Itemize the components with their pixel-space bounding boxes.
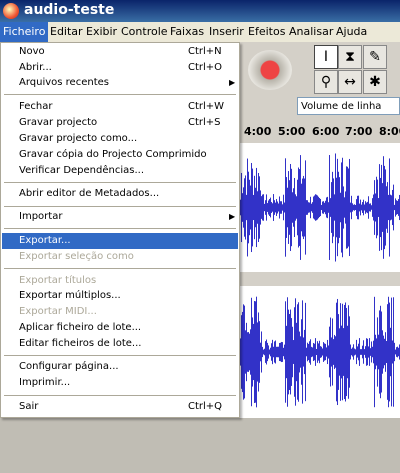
menu-separator [4, 395, 236, 396]
waveform-right [240, 296, 400, 408]
menu-separator [4, 228, 236, 229]
menu-analisar[interactable]: Analisar [289, 25, 333, 38]
timeline-ruler[interactable]: 4:00 5:00 6:00 7:00 8:00 [240, 121, 400, 144]
title-bar: audio-teste [0, 0, 400, 22]
menu-item-exportar-titulos: Exportar títulos [2, 273, 238, 289]
menu-item-verificar-dependencias[interactable]: Verificar Dependências... [2, 163, 238, 179]
menu-efeitos[interactable]: Efeitos [248, 25, 285, 38]
menu-separator [4, 94, 236, 95]
submenu-arrow-icon: ▶ [229, 78, 236, 87]
menu-item-sair[interactable]: Sair Ctrl+Q [2, 399, 238, 415]
menu-item-gravar-projecto[interactable]: Gravar projecto Ctrl+S [2, 115, 238, 131]
shortcut-label: Ctrl+S [188, 117, 221, 128]
tick-label: 6:00 [312, 125, 340, 138]
menu-item-label: Abrir editor de Metadados... [19, 188, 160, 199]
menu-item-exportar-multiplos[interactable]: Exportar múltiplos... [2, 288, 238, 304]
shortcut-label: Ctrl+N [188, 46, 222, 57]
tick-label: 8:00 [379, 125, 400, 138]
menu-item-exportar-selecao: Exportar seleção como [2, 249, 238, 265]
menu-item-abrir-editor-metadados[interactable]: Abrir editor de Metadados... [2, 186, 238, 202]
menu-inserir[interactable]: Inserir [209, 25, 244, 38]
track-separator [240, 272, 400, 286]
menu-ajuda[interactable]: Ajuda [336, 25, 367, 38]
menu-item-editar-ficheiros-lote[interactable]: Editar ficheiros de lote... [2, 336, 238, 352]
shortcut-label: Ctrl+O [188, 62, 223, 73]
tick-label: 5:00 [278, 125, 306, 138]
menu-faixas[interactable]: Faixas [170, 25, 204, 38]
menu-bar: Ficheiro Editar Exibir Controle Faixas I… [0, 22, 400, 43]
menu-item-label: Gravar projecto como... [19, 133, 138, 144]
menu-item-label: Verificar Dependências... [19, 165, 144, 176]
menu-item-aplicar-ficheiro-lote[interactable]: Aplicar ficheiro de lote... [2, 320, 238, 336]
menu-item-label: Exportar MIDI... [19, 306, 97, 317]
menu-item-label: Configurar página... [19, 361, 119, 372]
menu-item-exportar[interactable]: Exportar... [2, 233, 238, 249]
tick-label: 4:00 [244, 125, 272, 138]
menu-item-imprimir[interactable]: Imprimir... [2, 375, 238, 391]
menu-item-gravar-projecto-como[interactable]: Gravar projecto como... [2, 131, 238, 147]
audio-track-left[interactable] [240, 143, 400, 272]
menu-item-label: Importar [19, 211, 63, 222]
menu-item-label: Fechar [19, 101, 53, 112]
menu-separator [4, 206, 236, 207]
menu-item-label: Novo [19, 46, 45, 57]
menu-item-gravar-copia[interactable]: Gravar cópia do Projecto Comprimido [2, 147, 238, 163]
menu-item-arquivos-recentes[interactable]: Arquivos recentes ▶ [2, 75, 238, 91]
menu-item-exportar-midi: Exportar MIDI... [2, 304, 238, 320]
menu-item-label: Exportar seleção como [19, 251, 134, 262]
window-title: audio-teste [24, 2, 115, 18]
timeshift-tool-icon[interactable]: ↔ [338, 70, 362, 94]
menu-item-label: Gravar projecto [19, 117, 98, 128]
volume-input-dropdown[interactable]: Volume de linha [297, 97, 400, 115]
record-button[interactable] [248, 50, 292, 90]
menu-item-label: Arquivos recentes [19, 77, 109, 88]
tick-label: 7:00 [345, 125, 373, 138]
audio-track-right[interactable] [240, 286, 400, 418]
menu-separator [4, 355, 236, 356]
menu-exibir[interactable]: Exibir [86, 25, 117, 38]
menu-separator [4, 182, 236, 183]
menu-separator [4, 268, 236, 269]
envelope-tool-icon[interactable]: ⧗ [338, 45, 362, 69]
multi-tool-icon[interactable]: ✱ [363, 70, 387, 94]
shortcut-label: Ctrl+W [188, 101, 225, 112]
waveform-left [240, 153, 400, 262]
menu-item-label: Sair [19, 401, 39, 412]
menu-controle[interactable]: Controle [121, 25, 168, 38]
menu-editar[interactable]: Editar [50, 25, 83, 38]
menu-item-label: Aplicar ficheiro de lote... [19, 322, 142, 333]
menu-item-label: Exportar múltiplos... [19, 290, 121, 301]
app-icon [3, 3, 19, 19]
submenu-arrow-icon: ▶ [229, 212, 236, 221]
empty-track-area [0, 418, 400, 473]
menu-item-label: Exportar... [19, 235, 71, 246]
menu-item-label: Exportar títulos [19, 275, 97, 286]
menu-item-configurar-pagina[interactable]: Configurar página... [2, 359, 238, 375]
menu-item-label: Imprimir... [19, 377, 71, 388]
menu-item-novo[interactable]: Novo Ctrl+N [2, 44, 238, 60]
zoom-tool-icon[interactable]: ⚲ [314, 70, 338, 94]
menu-item-label: Abrir... [19, 62, 52, 73]
menu-item-label: Gravar cópia do Projecto Comprimido [19, 149, 207, 160]
menu-item-label: Editar ficheiros de lote... [19, 338, 142, 349]
menu-item-importar[interactable]: Importar ▶ [2, 209, 238, 225]
shortcut-label: Ctrl+Q [188, 401, 223, 412]
draw-tool-icon[interactable]: ✎ [363, 45, 387, 69]
menu-ficheiro[interactable]: Ficheiro [0, 22, 49, 42]
selection-tool-icon[interactable]: I [314, 45, 338, 69]
menu-item-fechar[interactable]: Fechar Ctrl+W [2, 99, 238, 115]
menu-item-abrir[interactable]: Abrir... Ctrl+O [2, 60, 238, 76]
file-menu: Novo Ctrl+N Abrir... Ctrl+O Arquivos recen… [0, 42, 240, 418]
